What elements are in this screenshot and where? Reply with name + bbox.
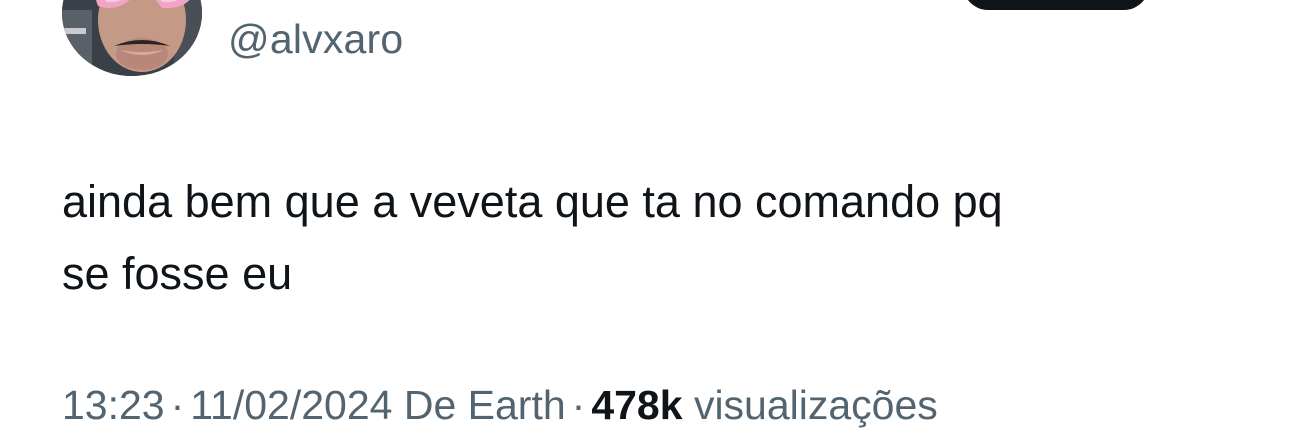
tweet-source: De Earth	[403, 382, 566, 428]
separator-dot: ·	[170, 382, 185, 428]
views-count: 478k	[591, 382, 683, 428]
tweet-text: ainda bem que a veveta que ta no comando…	[62, 176, 1003, 299]
tweet-metadata: 13:23 · 11/02/2024 De Earth · 478k visualiza…	[62, 380, 938, 430]
avatar[interactable]	[62, 0, 202, 76]
user-handle[interactable]: @alvxaro	[228, 14, 403, 64]
avatar-photo-icon	[62, 0, 202, 76]
tweet-time[interactable]: 13:23	[62, 382, 165, 428]
follow-button[interactable]	[963, 0, 1149, 10]
views-label: visualizações	[693, 382, 938, 428]
separator-dot: ·	[571, 382, 586, 428]
tweet-date[interactable]: 11/02/2024	[190, 382, 392, 428]
